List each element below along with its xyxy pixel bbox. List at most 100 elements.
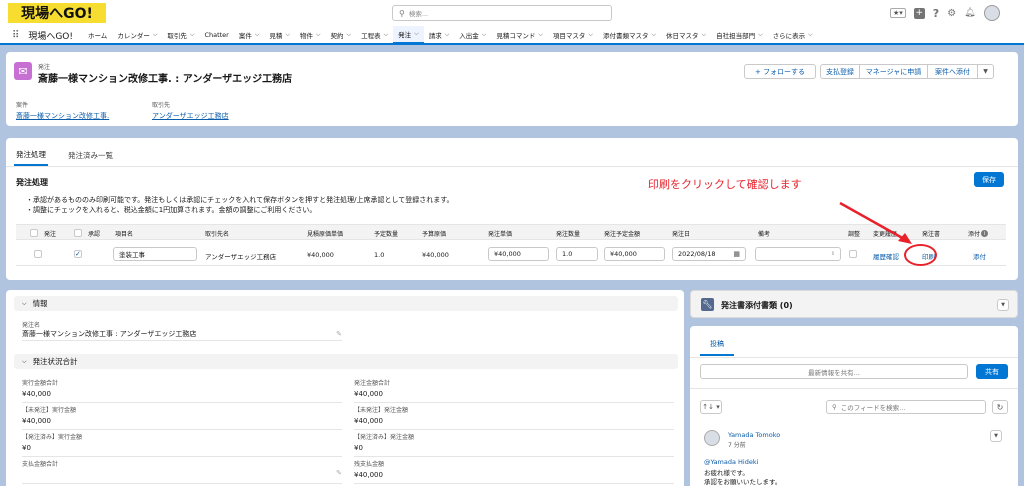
adjust-checkbox[interactable] (849, 250, 857, 258)
refresh-icon: ↻ (996, 402, 1004, 412)
user-avatar[interactable] (983, 5, 1000, 21)
order-all-checkbox[interactable] (30, 229, 38, 237)
app-launcher-icon[interactable]: ⠿ (12, 30, 19, 41)
feed-sort-button[interactable]: ↑↓ ▾ (700, 400, 722, 414)
nav-item[interactable]: 発注 ⌵ (393, 26, 424, 44)
col-header: 見積原価単価 (307, 231, 344, 238)
chevron-down-icon[interactable]: ⌵ (414, 30, 419, 38)
nav-item[interactable]: 案件 ⌵ (234, 26, 265, 44)
status-right-column: 発注金額合計 ¥40,000 【未発注】発注金額 ¥40,000 【発注済み】発注金… (354, 378, 674, 484)
follow-button[interactable]: + フォローする (744, 64, 816, 79)
nav-item[interactable]: 見積コマンド ⌵ (491, 26, 548, 44)
tab-bar-divider (6, 166, 1018, 167)
nav-item[interactable]: Chatter (199, 26, 233, 44)
post-avatar[interactable] (704, 430, 720, 446)
history-link[interactable]: 履歴確認 (873, 251, 899, 261)
attachments-card: 🔧︎ 発注書添付書類 (0) ▼ (690, 290, 1018, 318)
attachments-menu-button[interactable]: ▼ (997, 299, 1009, 311)
nav-item[interactable]: 契約 ⌵ (326, 26, 357, 44)
nav-item[interactable]: 自社担当部門 ⌵ (711, 26, 768, 44)
project-link[interactable]: 斎藤一様マンション改修工事. (16, 111, 109, 121)
setup-gear-icon[interactable]: ⚙ (947, 8, 956, 19)
more-actions-button[interactable]: ▼ (978, 64, 994, 79)
favorites-icon[interactable]: ★▾ (890, 8, 906, 18)
post-mention[interactable]: @Yamada Hideki (704, 458, 758, 466)
share-button[interactable]: 共有 (976, 364, 1008, 379)
help-icon[interactable]: ? (933, 7, 939, 20)
calendar-icon[interactable]: ▦ (733, 250, 740, 258)
tab-post[interactable]: 投稿 (700, 334, 734, 356)
edit-pencil-icon[interactable]: ✎ (336, 330, 342, 338)
nav-item[interactable]: 休日マスタ ⌵ (661, 26, 711, 44)
chevron-down-icon[interactable]: ⌵ (808, 31, 813, 39)
nav-item[interactable]: ホーム (83, 26, 112, 44)
nav-item[interactable]: さらに表示 ⌵ (768, 26, 818, 44)
field-value: ¥40,000 (22, 390, 51, 398)
tab-ordered-list[interactable]: 発注済み一覧 (66, 148, 115, 165)
section-info-header[interactable]: ⌵ 情報 (14, 296, 678, 311)
global-search[interactable]: ⚲ 検索... (392, 5, 612, 21)
nav-item-label: カレンダー (117, 32, 150, 40)
edit-pencil-icon[interactable]: ✎ (336, 469, 342, 477)
chevron-down-icon[interactable]: ⌵ (384, 31, 389, 39)
order-name-field: 斎藤一様マンション改修工事 : アンダーザエッジ工務店 ✎ (22, 328, 342, 341)
notification-bell-icon[interactable]: 🔔︎ (964, 8, 975, 18)
manager-request-button[interactable]: マネージャに申請 (860, 64, 928, 79)
chevron-down-icon[interactable]: ⌵ (190, 31, 195, 39)
save-button[interactable]: 保存 (974, 172, 1004, 187)
chevron-down-icon[interactable]: ⌵ (347, 31, 352, 39)
nav-item-label: さらに表示 (772, 32, 806, 40)
order-checkbox[interactable] (34, 250, 42, 258)
payment-register-button[interactable]: 支払登録 (820, 64, 860, 79)
nav-item[interactable]: 物件 ⌵ (295, 26, 326, 44)
vendor-link[interactable]: アンダーザエッジ工務店 (152, 111, 229, 121)
nav-item[interactable]: 項目マスタ ⌵ (548, 26, 598, 44)
tab-order-processing[interactable]: 発注処理 (14, 147, 48, 166)
chevron-down-icon: ⌵ (22, 357, 27, 365)
attachments-title[interactable]: 発注書添付書類 (0) (721, 300, 793, 311)
remarks-textarea[interactable]: ⇕ (755, 247, 841, 261)
app-logo[interactable]: 現場へGO! (8, 3, 106, 23)
chevron-down-icon[interactable]: ⌵ (285, 31, 290, 39)
chevron-down-icon[interactable]: ⌵ (651, 31, 656, 39)
nav-item[interactable]: 工程表 ⌵ (356, 26, 393, 44)
chevron-down-icon[interactable]: ⌵ (255, 31, 260, 39)
approve-checkbox[interactable] (74, 250, 82, 258)
nav-item[interactable]: 見積 ⌵ (264, 26, 295, 44)
chevron-down-icon[interactable]: ⌵ (153, 31, 158, 39)
nav-item[interactable]: 取引先 ⌵ (162, 26, 199, 44)
add-icon[interactable]: + (913, 7, 925, 19)
chevron-down-icon[interactable]: ⌵ (316, 31, 321, 39)
chevron-down-icon[interactable]: ⌵ (445, 31, 450, 39)
post-author[interactable]: Yamada Tomoko (728, 431, 780, 439)
approve-all-checkbox[interactable] (74, 229, 82, 237)
chevron-down-icon[interactable]: ⌵ (482, 31, 487, 39)
order-unit-price-input[interactable]: ¥40,000 (488, 247, 549, 261)
item-name-input[interactable]: 塗装工事 (113, 247, 197, 261)
order-date-input[interactable]: 2022/08/18 ▦ (672, 247, 746, 261)
attach-link[interactable]: 添付 (973, 251, 986, 261)
order-amount-input[interactable]: ¥40,000 (604, 247, 665, 261)
chevron-down-icon[interactable]: ⌵ (538, 31, 543, 39)
nav-item[interactable]: 入出金 ⌵ (454, 26, 491, 44)
share-input[interactable]: 最新情報を共有... (700, 364, 968, 379)
nav-item[interactable]: カレンダー ⌵ (112, 26, 162, 44)
refresh-button[interactable]: ↻ (992, 400, 1008, 414)
chevron-down-icon[interactable]: ⌵ (702, 31, 707, 39)
section-title: 発注状況合計 (32, 357, 78, 366)
chevron-down-icon[interactable]: ⌵ (588, 31, 593, 39)
post-menu-button[interactable]: ▼ (990, 430, 1002, 442)
nav-item[interactable]: 請求 ⌵ (424, 26, 455, 44)
order-annotation: 印刷をクリックして確認します (648, 178, 802, 191)
field-value: ¥40,000 (22, 417, 51, 425)
section-status-header[interactable]: ⌵ 発注状況合計 (14, 354, 678, 369)
order-quantity-input[interactable]: 1.0 (556, 247, 598, 261)
col-header: 取引先名 (205, 231, 230, 238)
col-header: 発注数量 (556, 231, 581, 238)
chevron-down-icon[interactable]: ⌵ (758, 31, 763, 39)
planned-quantity: 1.0 (374, 251, 385, 259)
attach-to-project-button[interactable]: 案件へ添付 (928, 64, 978, 79)
nav-item[interactable]: 添付書類マスタ ⌵ (598, 26, 661, 44)
feed-search-input[interactable]: ⚲ このフィードを検索... (826, 400, 986, 414)
nav-item-label: 物件 (299, 32, 313, 40)
